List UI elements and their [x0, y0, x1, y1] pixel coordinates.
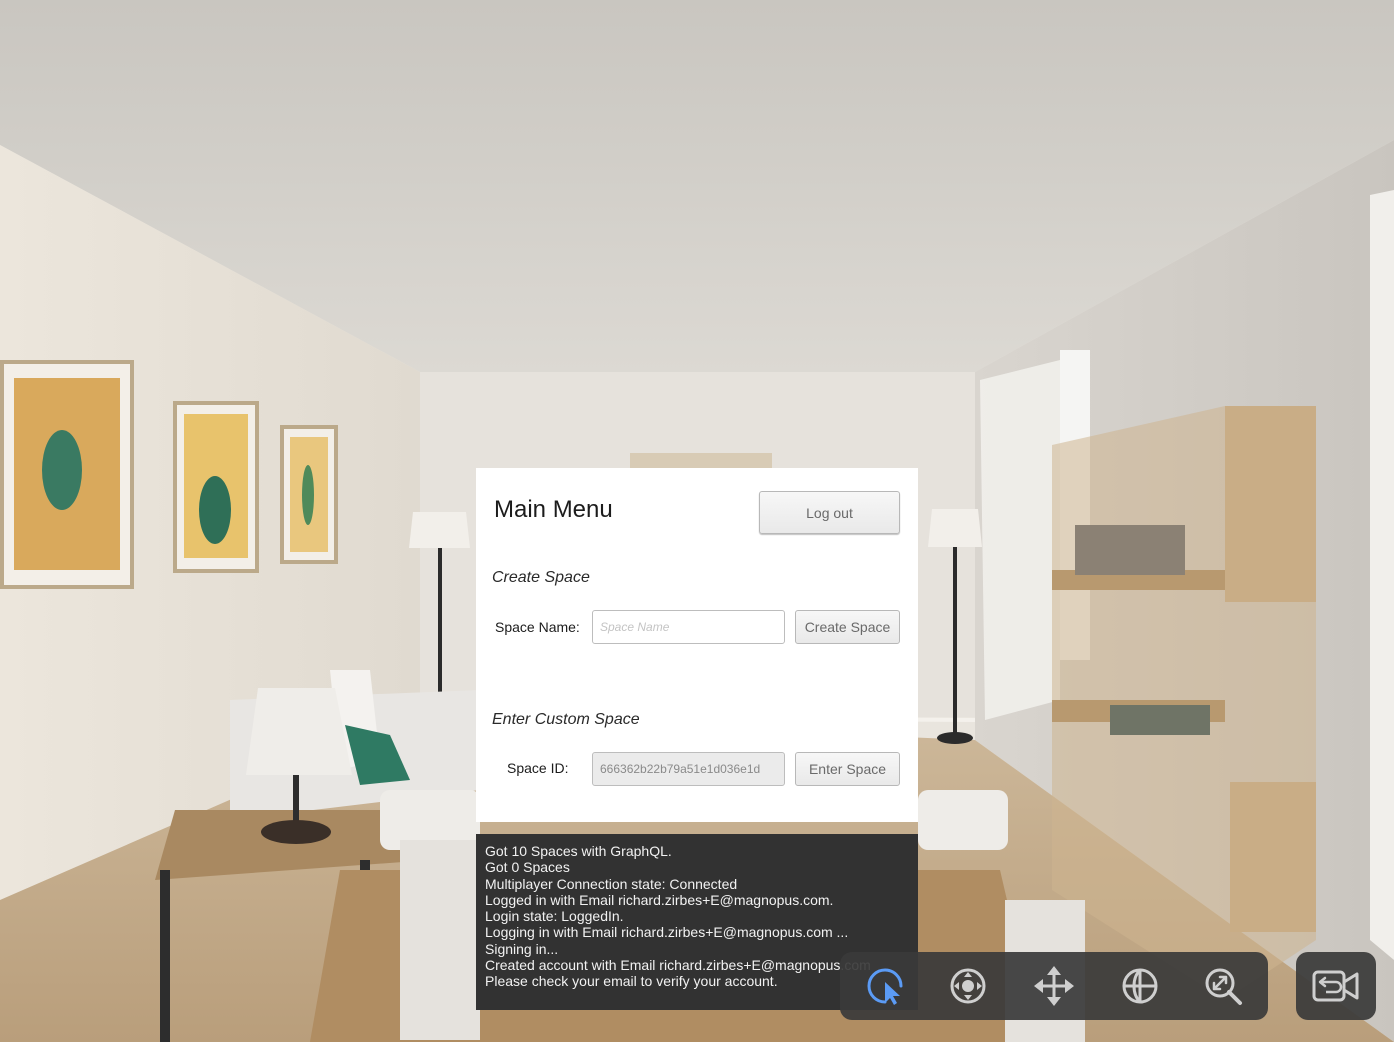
log-line: Got 0 Spaces [485, 859, 570, 876]
log-line: Logged in with Email richard.zirbes+E@ma… [485, 891, 834, 908]
globe-icon [1122, 968, 1158, 1004]
space-id-input[interactable]: 666362b22b79a51e1d036e1d [592, 752, 785, 786]
log-line: Multiplayer Connection state: Connected [485, 875, 738, 892]
log-line: Logging in with Email richard.zirbes+E@m… [485, 924, 849, 941]
logout-button[interactable]: Log out [759, 491, 900, 534]
camera-switch-button[interactable] [1296, 952, 1376, 1020]
camera-switch-icon [1312, 970, 1359, 1002]
space-name-input[interactable]: Space Name [592, 610, 785, 644]
zoom-button[interactable] [1200, 963, 1246, 1009]
log-line: Login state: LoggedIn. [485, 908, 624, 925]
space-name-label: Space Name: [495, 619, 580, 635]
enter-space-button[interactable]: Enter Space [795, 752, 900, 786]
space-id-label: Space ID: [507, 760, 569, 776]
select-pointer-button[interactable] [862, 963, 908, 1009]
globe-button[interactable] [1117, 963, 1163, 1009]
create-space-button[interactable]: Create Space [795, 610, 900, 644]
move-button[interactable] [1031, 963, 1077, 1009]
select-pointer-icon [867, 968, 903, 1005]
move-icon [1034, 966, 1074, 1006]
log-line: Got 10 Spaces with GraphQL. [485, 843, 672, 859]
zoom-icon [1205, 968, 1242, 1005]
orbit-icon [950, 968, 986, 1004]
orbit-button[interactable] [945, 963, 991, 1009]
main-menu-panel: Main Menu Log out Create Space Space Nam… [476, 468, 918, 822]
main-menu-title: Main Menu [494, 496, 613, 523]
enter-custom-space-heading: Enter Custom Space [492, 711, 640, 728]
navigation-toolbar [840, 952, 1268, 1020]
create-space-heading: Create Space [492, 569, 590, 586]
